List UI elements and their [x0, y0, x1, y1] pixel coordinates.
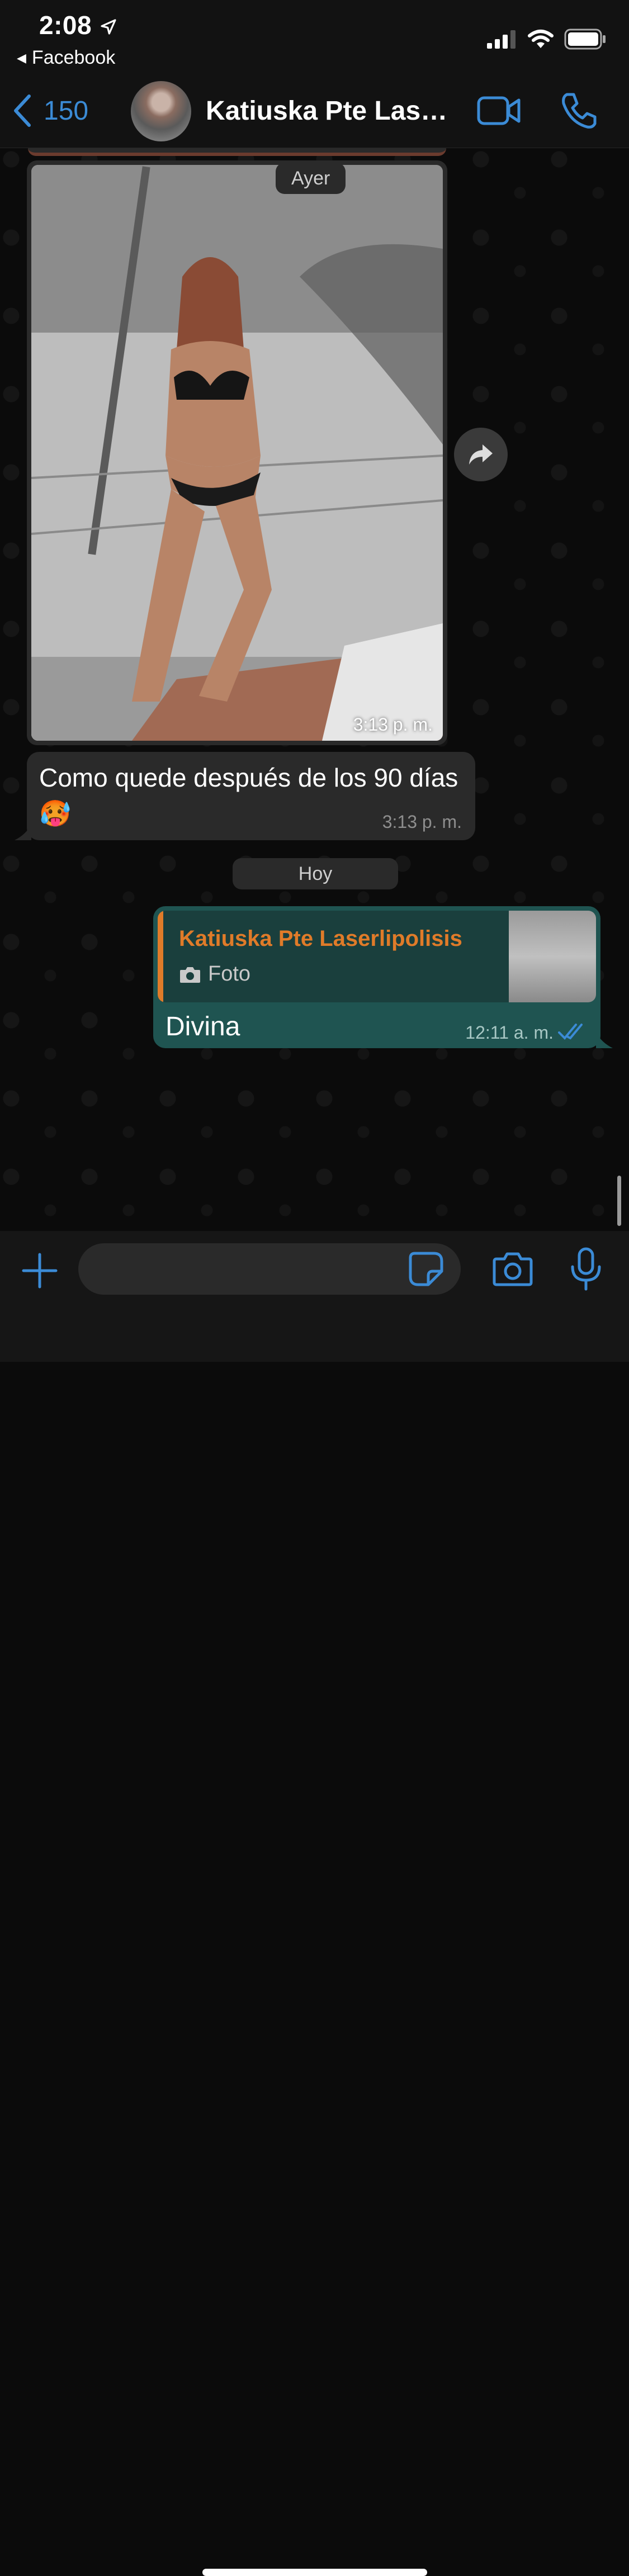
back-triangle-icon: ◀: [17, 51, 26, 65]
back-to-app-label: Facebook: [31, 47, 116, 68]
contact-name[interactable]: Katiuska Pte Lase...: [206, 96, 457, 126]
scrollbar[interactable]: [617, 1176, 621, 1226]
bubble-tail: [596, 1033, 613, 1048]
quoted-media-label: Foto: [208, 962, 251, 986]
camera-icon[interactable]: [492, 1251, 533, 1287]
signal-icon: [487, 30, 516, 49]
reply-text: Divina: [165, 1012, 240, 1041]
photo[interactable]: 3:13 p. m.: [31, 165, 443, 741]
home-indicator[interactable]: [202, 2569, 427, 2576]
chevron-left-icon: [14, 94, 31, 127]
quote-accent-bar: [158, 911, 163, 1002]
previous-message-edge: [28, 148, 446, 156]
status-time: 2:08: [39, 11, 92, 40]
image-message-bubble[interactable]: 3:13 p. m.: [27, 160, 447, 745]
quoted-photo-thumbnail: [509, 911, 596, 1002]
double-check-icon: [558, 1024, 583, 1040]
camera-icon: [180, 967, 200, 983]
plus-icon[interactable]: [21, 1252, 58, 1289]
date-separator-ayer: Ayer: [276, 163, 346, 194]
back-button[interactable]: 150: [12, 91, 88, 130]
forward-button[interactable]: [454, 428, 508, 481]
chat-area[interactable]: 3:13 p. m. Ayer Como quede después de lo…: [0, 148, 629, 1231]
reply-timestamp: 12:11 a. m.: [465, 1022, 554, 1043]
forward-icon: [469, 444, 493, 465]
incoming-text-bubble[interactable]: Como quede después de los 90 días 🥵 3:13…: [15, 752, 475, 840]
location-arrow-icon: [101, 19, 116, 35]
quoted-sender-name: Katiuska Pte Laserlipolisis: [179, 926, 462, 951]
chat-header: 150 Katiuska Pte Lase...: [0, 75, 629, 148]
wifi-icon: [528, 30, 554, 48]
message-input[interactable]: [78, 1243, 461, 1295]
beach-photo-illustration: [31, 165, 443, 741]
unread-count: 150: [44, 96, 89, 126]
battery-icon: [564, 29, 606, 50]
message-timestamp: 3:13 p. m.: [382, 812, 462, 832]
phone-icon[interactable]: [559, 91, 598, 130]
back-to-app-link[interactable]: ◀ Facebook: [17, 47, 115, 69]
status-icons: [487, 28, 607, 50]
video-camera-icon[interactable]: [476, 93, 521, 128]
photo-timestamp: 3:13 p. m.: [353, 714, 433, 735]
date-separator-hoy: Hoy: [233, 858, 398, 889]
quoted-message[interactable]: Katiuska Pte Laserlipolisis Foto: [158, 911, 596, 1002]
sticker-icon[interactable]: [408, 1251, 444, 1287]
quoted-media-type: Foto: [179, 962, 250, 986]
message-input-bar: [0, 1231, 629, 2576]
contact-avatar[interactable]: [131, 81, 191, 141]
status-bar: 2:08 ◀ Facebook: [0, 0, 629, 75]
microphone-icon[interactable]: [569, 1247, 603, 1291]
bubble-tail: [15, 825, 31, 840]
outgoing-reply-bubble[interactable]: Katiuska Pte Laserlipolisis Foto Divina …: [153, 906, 613, 1048]
